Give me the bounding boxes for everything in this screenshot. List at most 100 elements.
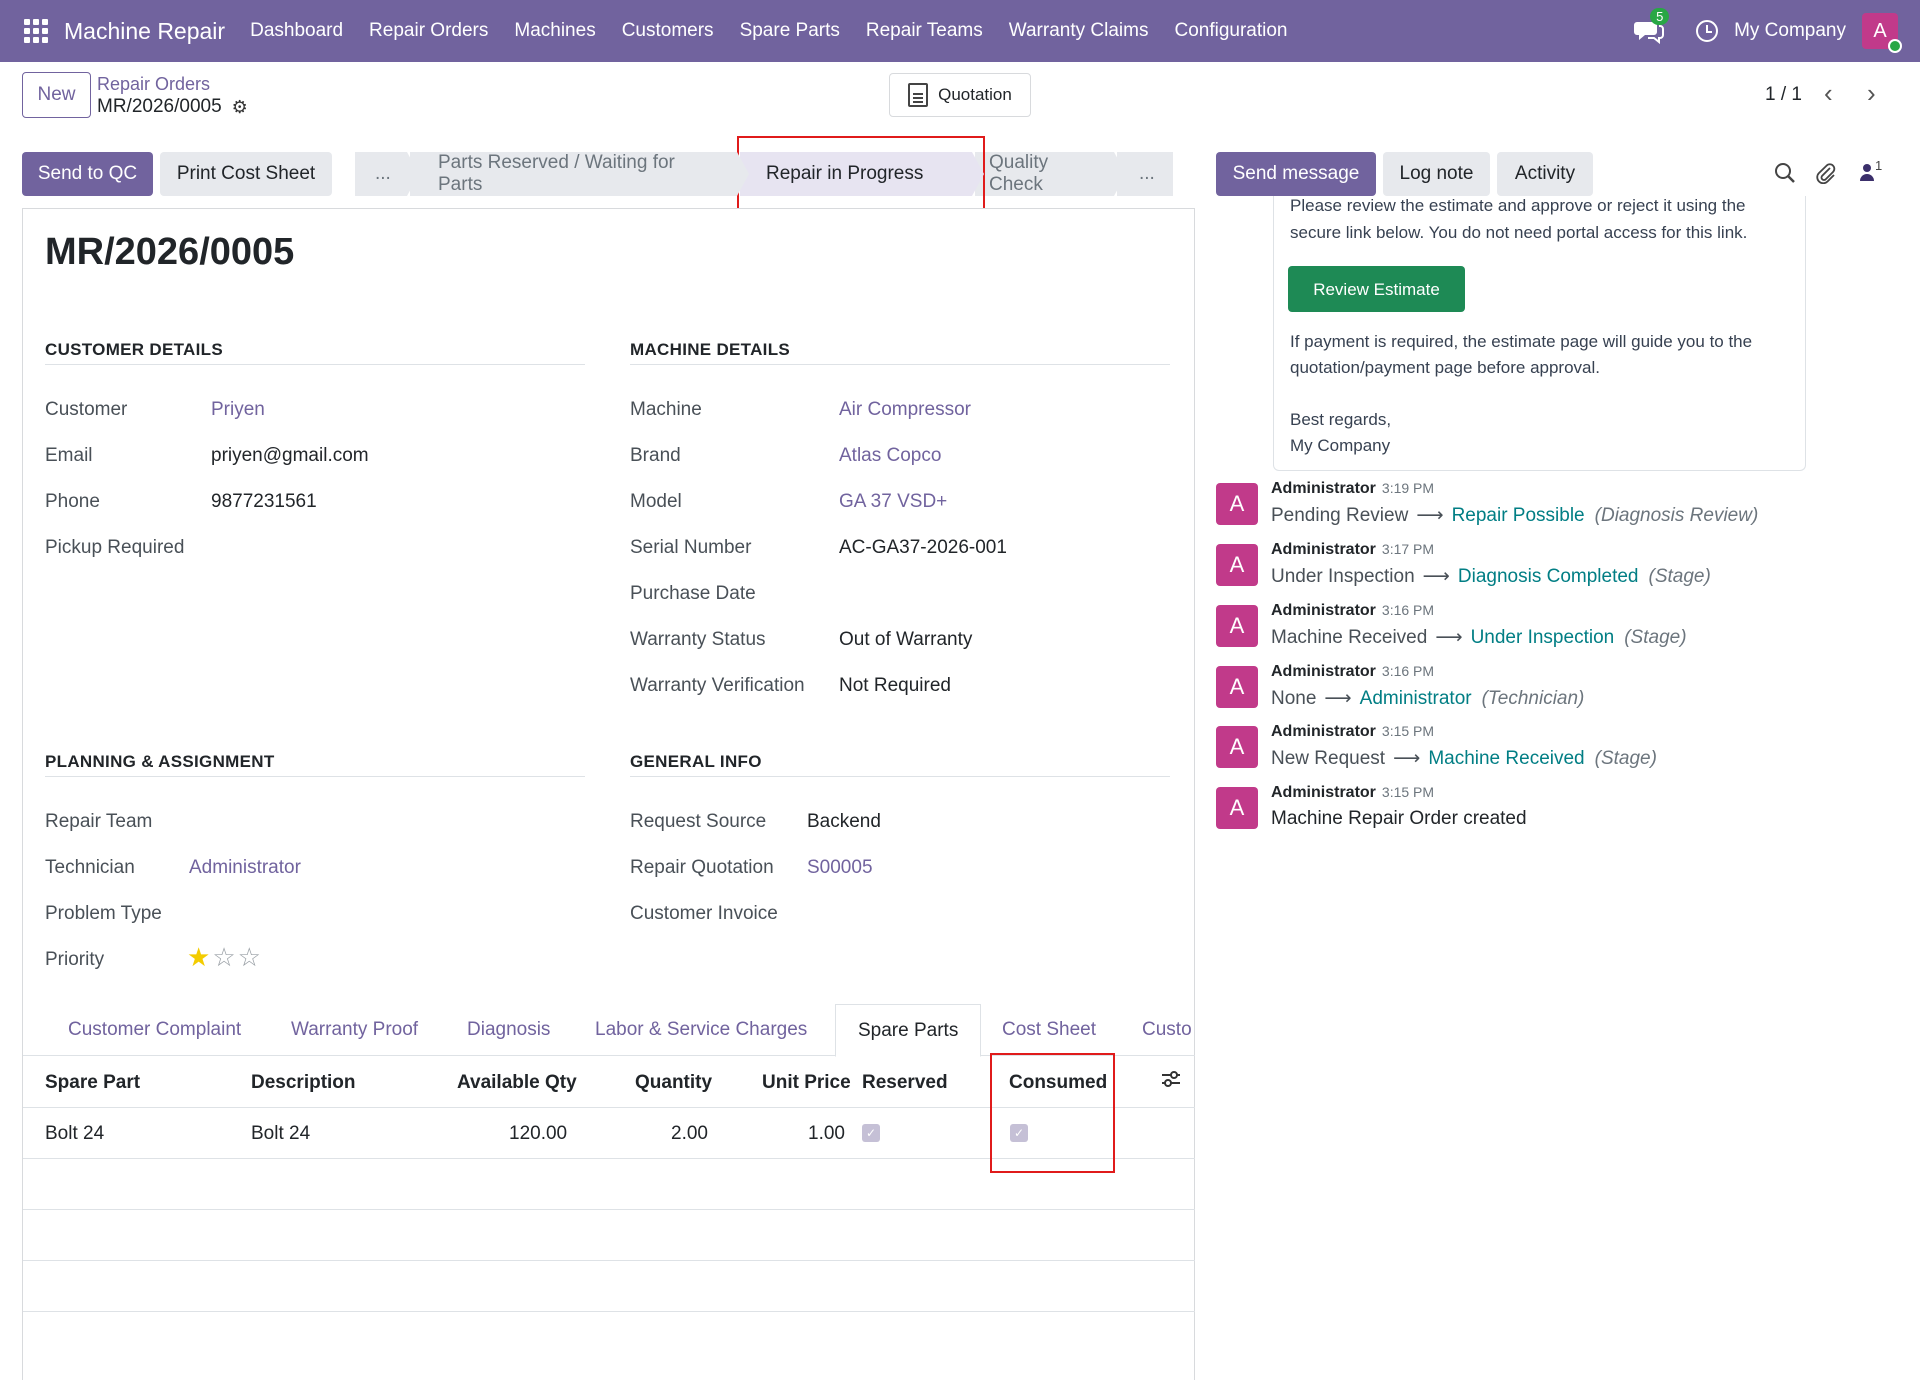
message-time: 3:16 PM xyxy=(1381,663,1435,679)
author-avatar[interactable]: A xyxy=(1216,483,1258,525)
tab-warranty-proof[interactable]: Warranty Proof xyxy=(291,1004,418,1056)
message-author[interactable]: Administrator 3:16 PM xyxy=(1271,602,1434,620)
breadcrumb-current-label: MR/2026/0005 xyxy=(97,96,222,117)
planning-heading: PLANNING & ASSIGNMENT xyxy=(45,752,585,777)
stage-more-left[interactable]: ... xyxy=(355,152,419,196)
col-quantity[interactable]: Quantity xyxy=(635,1072,712,1094)
priority-star-icon[interactable]: ☆ xyxy=(238,942,261,972)
customer-value[interactable]: Priyen xyxy=(211,399,265,421)
message-body: None ⟶ Administrator (Technician) xyxy=(1271,687,1584,710)
gear-icon[interactable]: ⚙ xyxy=(232,97,248,118)
company-switcher[interactable]: My Company xyxy=(1734,20,1846,42)
cell-unit-price: 1.00 xyxy=(808,1123,845,1144)
priority-star-icon[interactable]: ★ xyxy=(187,942,210,972)
tab-customer-truncated[interactable]: Custo xyxy=(1142,1004,1195,1056)
email-value[interactable]: priyen@gmail.com xyxy=(211,445,369,467)
tab-diagnosis[interactable]: Diagnosis xyxy=(467,1004,550,1056)
col-description[interactable]: Description xyxy=(251,1072,356,1094)
tracked-field: (Stage) xyxy=(1594,748,1657,769)
menu-configuration[interactable]: Configuration xyxy=(1174,20,1287,42)
send-message-button[interactable]: Send message xyxy=(1216,152,1376,196)
request-source-value[interactable]: Backend xyxy=(807,811,881,833)
model-value[interactable]: GA 37 VSD+ xyxy=(839,491,947,513)
control-panel: New Repair Orders MR/2026/0005 ⚙ Quotati… xyxy=(0,62,1920,144)
menu-repair-teams[interactable]: Repair Teams xyxy=(866,20,983,42)
menu-repair-orders[interactable]: Repair Orders xyxy=(369,20,488,42)
breadcrumb-parent[interactable]: Repair Orders xyxy=(97,74,210,95)
message-author[interactable]: Administrator 3:16 PM xyxy=(1271,663,1434,681)
tab-spare-parts[interactable]: Spare Parts xyxy=(835,1004,982,1057)
new-button[interactable]: New xyxy=(22,72,91,118)
chatter-message: A Administrator 3:19 PM Pending Review ⟶ Re… xyxy=(1216,480,1896,536)
author-name: Administrator xyxy=(1271,723,1376,740)
mail-message-card: Please review the estimate and approve o… xyxy=(1273,196,1806,471)
app-brand[interactable]: Machine Repair xyxy=(64,18,225,45)
quotation-smart-button[interactable]: Quotation xyxy=(889,73,1031,117)
paperclip-icon[interactable] xyxy=(1815,162,1837,190)
form-sheet: MR/2026/0005 CUSTOMER DETAILS Customer P… xyxy=(22,208,1195,1380)
pager-value[interactable]: 1 / 1 xyxy=(1765,84,1802,106)
tracked-field: (Stage) xyxy=(1648,566,1711,587)
author-avatar[interactable]: A xyxy=(1216,787,1258,829)
technician-label: Technician xyxy=(45,857,135,878)
priority-star-icon[interactable]: ☆ xyxy=(212,942,235,972)
message-author[interactable]: Administrator 3:19 PM xyxy=(1271,480,1434,498)
machine-value[interactable]: Air Compressor xyxy=(839,399,971,421)
menu-warranty-claims[interactable]: Warranty Claims xyxy=(1009,20,1149,42)
stage-quality-check[interactable]: Quality Check xyxy=(975,152,1126,196)
message-author[interactable]: Administrator 3:15 PM xyxy=(1271,784,1434,802)
author-avatar[interactable]: A xyxy=(1216,605,1258,647)
tab-customer-complaint[interactable]: Customer Complaint xyxy=(68,1004,241,1056)
col-reserved[interactable]: Reserved xyxy=(862,1072,948,1094)
apps-menu-icon[interactable] xyxy=(24,19,48,43)
column-settings-icon[interactable] xyxy=(1161,1070,1181,1094)
document-icon xyxy=(908,83,929,107)
review-estimate-button[interactable]: Review Estimate xyxy=(1288,266,1465,312)
priority-widget[interactable]: ★☆☆ xyxy=(187,942,263,973)
activity-button[interactable]: Activity xyxy=(1497,152,1593,196)
menu-dashboard[interactable]: Dashboard xyxy=(250,20,343,42)
reserved-checkbox[interactable]: ✓ xyxy=(862,1124,880,1142)
followers-count: 1 xyxy=(1875,158,1883,173)
log-note-button[interactable]: Log note xyxy=(1383,152,1490,196)
new-value: Under Inspection xyxy=(1470,627,1615,648)
pickup-required-label: Pickup Required xyxy=(45,537,185,558)
warranty-status-label: Warranty Status xyxy=(630,629,766,650)
menu-customers[interactable]: Customers xyxy=(622,20,714,42)
serial-number-value[interactable]: AC-GA37-2026-001 xyxy=(839,537,1007,559)
phone-value[interactable]: 9877231561 xyxy=(211,491,317,513)
warranty-verification-value[interactable]: Not Required xyxy=(839,675,951,697)
send-to-qc-button[interactable]: Send to QC xyxy=(22,152,153,196)
menu-spare-parts[interactable]: Spare Parts xyxy=(740,20,840,42)
stage-parts-reserved[interactable]: Parts Reserved / Waiting for Parts xyxy=(410,152,749,196)
message-time: 3:15 PM xyxy=(1381,784,1435,800)
col-spare-part[interactable]: Spare Part xyxy=(45,1072,140,1094)
new-value: Administrator xyxy=(1359,688,1472,709)
message-author[interactable]: Administrator 3:17 PM xyxy=(1271,541,1434,559)
activity-clock-icon[interactable] xyxy=(1696,20,1719,42)
warranty-status-value[interactable]: Out of Warranty xyxy=(839,629,972,651)
menu-machines[interactable]: Machines xyxy=(514,20,595,42)
technician-value[interactable]: Administrator xyxy=(189,857,301,879)
col-unit-price[interactable]: Unit Price xyxy=(762,1072,851,1094)
followers-icon[interactable]: 1 xyxy=(1859,158,1882,182)
brand-value[interactable]: Atlas Copco xyxy=(839,445,941,467)
tab-cost-sheet[interactable]: Cost Sheet xyxy=(1002,1004,1096,1056)
user-avatar[interactable]: A xyxy=(1862,13,1902,53)
author-avatar[interactable]: A xyxy=(1216,666,1258,708)
quotation-button-label: Quotation xyxy=(938,85,1012,104)
chevron-right-icon[interactable]: › xyxy=(1867,78,1876,109)
tab-labor-service-charges[interactable]: Labor & Service Charges xyxy=(595,1004,807,1056)
message-body: Machine Repair Order created xyxy=(1271,808,1527,829)
message-author[interactable]: Administrator 3:15 PM xyxy=(1271,723,1434,741)
messages-icon[interactable]: 5 xyxy=(1634,8,1670,45)
chevron-left-icon[interactable]: ‹ xyxy=(1824,78,1833,109)
col-available-qty[interactable]: Available Qty xyxy=(457,1072,577,1094)
author-avatar[interactable]: A xyxy=(1216,726,1258,768)
customer-invoice-label: Customer Invoice xyxy=(630,903,778,924)
author-avatar[interactable]: A xyxy=(1216,544,1258,586)
repair-quotation-value[interactable]: S00005 xyxy=(807,857,873,879)
old-value: Pending Review xyxy=(1271,505,1409,526)
print-cost-sheet-button[interactable]: Print Cost Sheet xyxy=(160,152,332,196)
search-icon[interactable] xyxy=(1774,162,1796,190)
